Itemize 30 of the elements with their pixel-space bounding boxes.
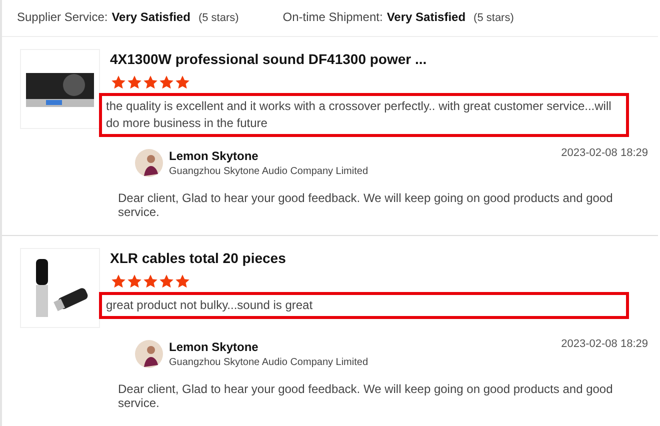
star-icon: [111, 274, 126, 289]
rating-label: Supplier Service:: [17, 10, 108, 24]
review-comment: the quality is excellent and it works with a crossover perfectly.. with great customer service...will do more business in the future: [99, 93, 629, 137]
replier-company: Guangzhou Skytone Audio Company Limited: [169, 166, 370, 177]
reply-time: 2023-02-08 18:29: [561, 147, 648, 159]
star-icon: [143, 75, 158, 90]
replier-name: Lemon Skytone: [169, 149, 260, 163]
product-title[interactable]: XLR cables total 20 pieces: [110, 250, 658, 266]
product-title[interactable]: 4X1300W professional sound DF41300 power ...: [110, 51, 658, 67]
reply-time: 2023-02-08 18:29: [561, 338, 648, 350]
rating-value: Very Satisfied: [386, 10, 466, 24]
star-icon: [159, 75, 174, 90]
replier-company: Guangzhou Skytone Audio Company Limited: [169, 357, 370, 368]
rating-label: On-time Shipment:: [282, 10, 383, 24]
star-icon: [175, 274, 190, 289]
star-icon: [127, 274, 142, 289]
avatar-icon: [135, 149, 163, 177]
star-icon: [175, 75, 190, 90]
star-icon: [111, 75, 126, 90]
star-icon: [127, 75, 142, 90]
rating-note: (5 stars): [474, 12, 514, 24]
star-icon: [143, 274, 158, 289]
review-comment: great product not bulky...sound is great: [99, 292, 629, 319]
star-icon: [159, 274, 174, 289]
rating-value: Very Satisfied: [112, 10, 190, 24]
rating-note: (5 stars): [198, 12, 239, 24]
reply-text: Dear client, Glad to hear your good feedback. We will keep going on good products and good service.: [118, 382, 614, 410]
replier-name: Lemon Skytone: [169, 340, 260, 354]
reply-text: Dear client, Glad to hear your good feedback. We will keep going on good products and good service.: [118, 191, 614, 219]
avatar-icon: [135, 340, 163, 368]
